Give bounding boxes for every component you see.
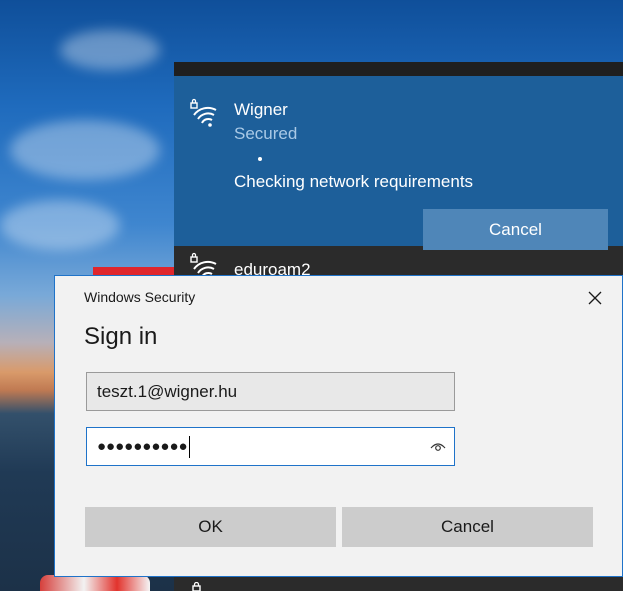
network-status: Secured: [234, 124, 298, 143]
username-value: teszt.1@wigner.hu: [97, 381, 238, 401]
wallpaper-cloud: [10, 120, 160, 180]
cancel-button[interactable]: Cancel: [342, 507, 593, 547]
network-name: Wigner: [234, 100, 288, 119]
flyout-top-bar: [174, 62, 623, 76]
dialog-heading: Sign in: [84, 323, 158, 350]
close-icon: [588, 291, 602, 305]
password-field[interactable]: ●●●●●●●●●●: [86, 427, 455, 466]
wifi-secured-icon: [190, 98, 217, 127]
network-item-wigner[interactable]: Wigner Secured Checking network requirem…: [174, 76, 623, 250]
windows-security-dialog: Windows Security Sign in teszt.1@wigner.…: [54, 275, 623, 577]
wallpaper-cloud: [0, 200, 120, 250]
network-cancel-button[interactable]: Cancel: [423, 209, 608, 250]
dialog-window-title: Windows Security: [84, 289, 196, 305]
progress-indicator: [258, 157, 262, 161]
eye-icon[interactable]: [430, 439, 446, 455]
username-field[interactable]: teszt.1@wigner.hu: [86, 372, 455, 411]
lock-icon: [192, 582, 201, 591]
text-caret: [188, 435, 190, 458]
wallpaper-cloud: [60, 30, 160, 70]
network-detail-text: Checking network requirements: [234, 172, 474, 191]
wallpaper-decoration: [40, 575, 150, 591]
password-value: ●●●●●●●●●●: [97, 438, 188, 455]
close-button[interactable]: [581, 284, 609, 312]
ok-button[interactable]: OK: [85, 507, 336, 547]
